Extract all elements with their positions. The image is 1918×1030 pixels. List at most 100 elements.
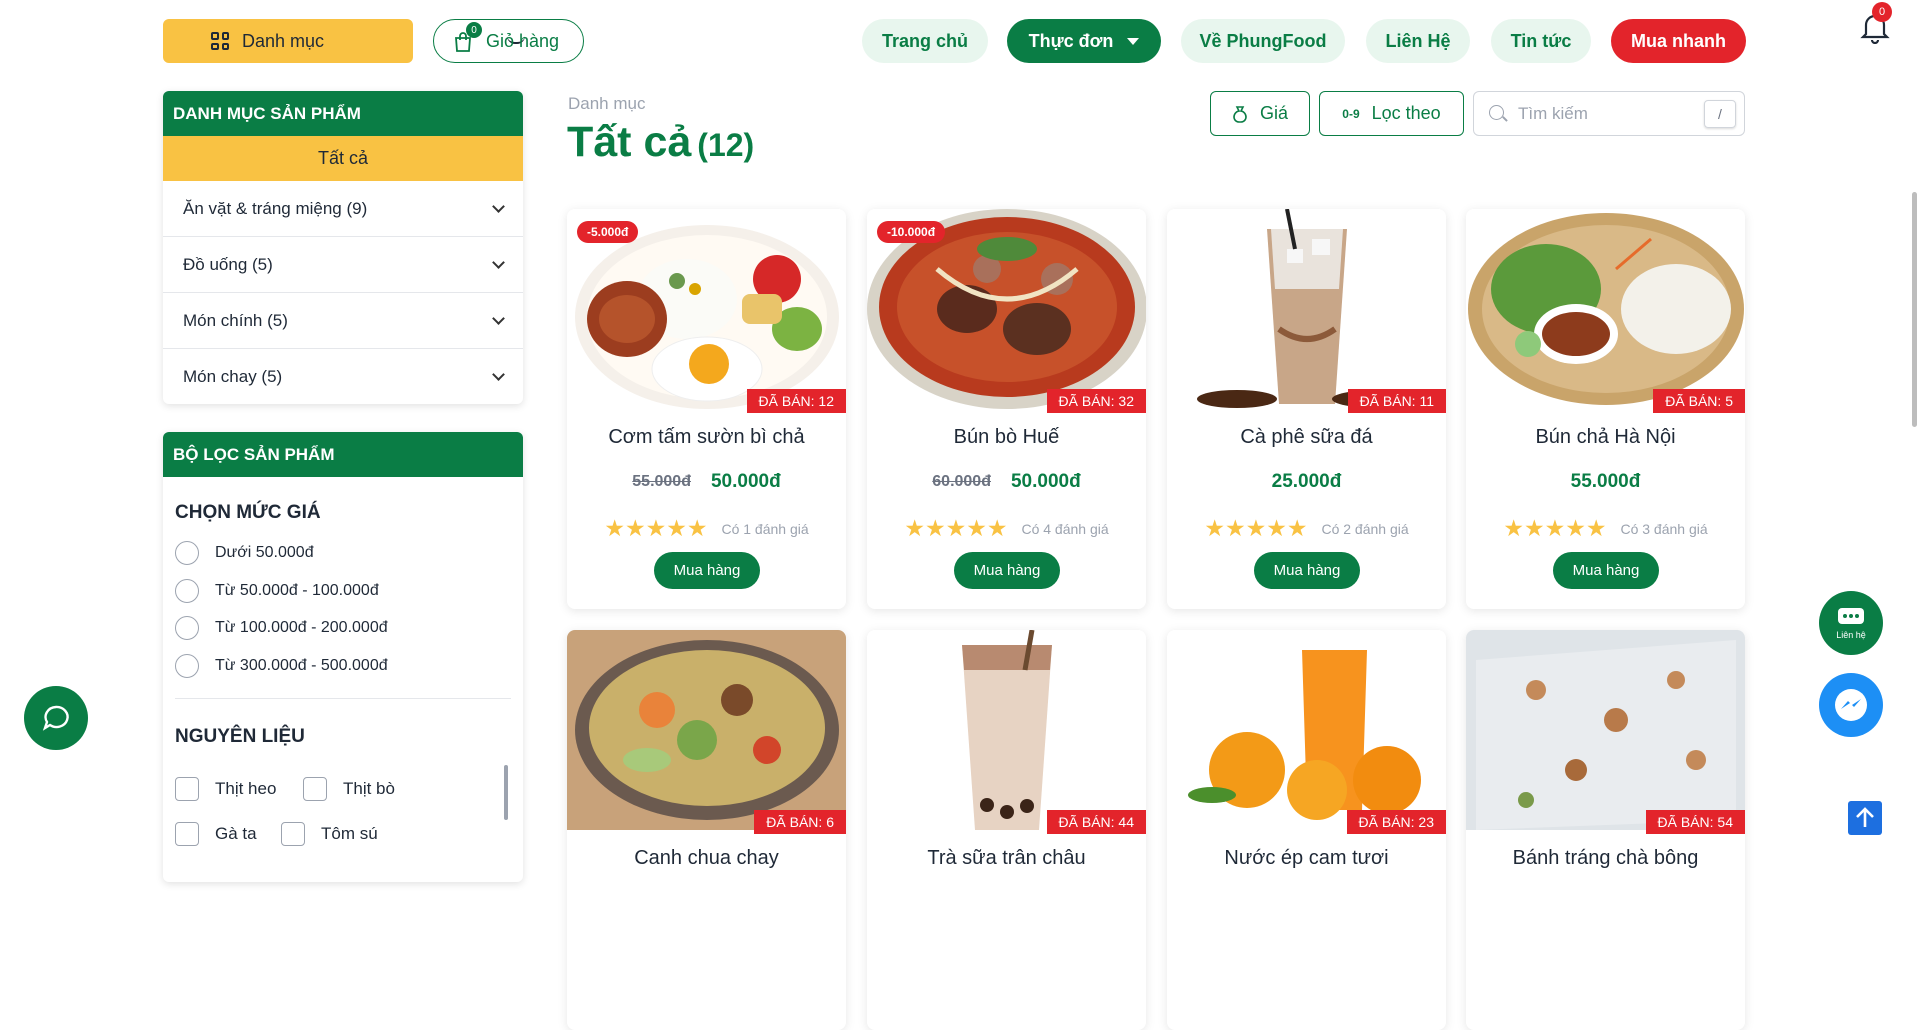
product-image[interactable] xyxy=(1167,209,1446,409)
buy-button[interactable]: Mua hàng xyxy=(1553,552,1659,589)
search-input[interactable]: Tìm kiếm / xyxy=(1473,91,1745,136)
product-name[interactable]: Cà phê sữa đá xyxy=(1167,426,1446,449)
star-icon: ★★★★★ xyxy=(604,515,708,541)
chat-button[interactable] xyxy=(24,686,88,750)
discount-badge: -10.000đ xyxy=(877,221,946,243)
breadcrumb[interactable]: Danh mục xyxy=(568,94,645,114)
ingredient-label: Thịt bò xyxy=(343,779,395,798)
message-icon xyxy=(1838,608,1864,624)
price-option[interactable]: Từ 50.000đ - 100.000đ xyxy=(175,579,379,603)
price-option[interactable]: Từ 300.000đ - 500.000đ xyxy=(175,654,388,678)
product-image[interactable] xyxy=(1466,630,1745,830)
chat-bubble-icon xyxy=(42,705,69,731)
product-rating: ★★★★★ Có 4 đánh giá xyxy=(867,515,1146,542)
product-rating: ★★★★★ Có 3 đánh giá xyxy=(1466,515,1745,542)
product-price: 60.000đ 50.000đ xyxy=(867,471,1146,493)
product-price: 55.000đ 50.000đ xyxy=(567,471,846,493)
category-all[interactable]: Tất cả xyxy=(163,136,523,181)
buy-button[interactable]: Mua hàng xyxy=(1254,552,1360,589)
chevron-down-icon[interactable] xyxy=(492,255,505,269)
product-image[interactable] xyxy=(567,630,846,830)
contact-button[interactable]: Liên hệ xyxy=(1819,591,1883,655)
sort-numeric-icon: 0-9 xyxy=(1342,106,1360,121)
product-name[interactable]: Cơm tấm sườn bì chả xyxy=(567,426,846,449)
price-sort-label: Giá xyxy=(1259,103,1288,123)
product-card[interactable]: ĐÃ BÁN: 11 Cà phê sữa đá 25.000đ ★★★★★ Có… xyxy=(1167,209,1446,609)
ingredient-option[interactable]: Gà ta xyxy=(175,822,257,846)
price-option-label: Từ 50.000đ - 100.000đ xyxy=(215,582,379,599)
cart-count-badge: 0 xyxy=(466,22,482,38)
ingredient-filter-heading: NGUYÊN LIỆU xyxy=(175,726,305,747)
radio-button[interactable] xyxy=(175,579,199,603)
product-name[interactable]: Nước ép cam tươi xyxy=(1167,847,1446,870)
messenger-button[interactable] xyxy=(1819,673,1883,737)
checkbox[interactable] xyxy=(175,822,199,846)
product-card[interactable]: -5.000đ ĐÃ BÁN: 12 Cơm tấm sườn bì chả 5… xyxy=(567,209,846,609)
buy-button[interactable]: Mua hàng xyxy=(654,552,760,589)
discount-badge: -5.000đ xyxy=(577,221,639,243)
product-name[interactable]: Trà sữa trân châu xyxy=(867,847,1146,870)
category-item-drinks[interactable]: Đồ uống (5) xyxy=(163,237,523,293)
nav-news[interactable]: Tin tức xyxy=(1491,19,1591,63)
current-price: 55.000đ xyxy=(1570,471,1641,492)
product-name[interactable]: Bánh tráng chà bông xyxy=(1466,847,1745,870)
radio-button[interactable] xyxy=(175,541,199,565)
product-card[interactable]: ĐÃ BÁN: 44 Trà sữa trân châu xyxy=(867,630,1146,1030)
product-card[interactable]: ĐÃ BÁN: 54 Bánh tráng chà bông xyxy=(1466,630,1745,1030)
price-option[interactable]: Dưới 50.000đ xyxy=(175,541,314,565)
price-option[interactable]: Từ 100.000đ - 200.000đ xyxy=(175,616,388,640)
category-menu-button[interactable]: Danh mục xyxy=(163,19,525,63)
chevron-down-icon[interactable] xyxy=(492,199,505,213)
ingredient-option[interactable]: Tôm sú xyxy=(281,822,378,846)
ingredient-option[interactable]: Thịt heo xyxy=(175,777,276,801)
product-name[interactable]: Bún bò Huế xyxy=(867,426,1146,449)
sold-count-badge: ĐÃ BÁN: 44 xyxy=(1046,810,1146,834)
checkbox[interactable] xyxy=(175,777,199,801)
price-sort-button[interactable]: Giá xyxy=(1210,91,1310,136)
checkbox[interactable] xyxy=(303,777,327,801)
nav-home[interactable]: Trang chủ xyxy=(862,19,988,63)
sold-count-badge: ĐÃ BÁN: 23 xyxy=(1346,810,1446,834)
product-card[interactable]: -10.000đ ĐÃ BÁN: 32 Bún bò Huế 60.000đ 50… xyxy=(867,209,1146,609)
current-price: 50.000đ xyxy=(710,471,781,492)
money-bag-icon xyxy=(1233,105,1247,123)
category-panel-title: DANH MỤC SẢN PHẨM xyxy=(163,91,523,136)
product-card[interactable]: ĐÃ BÁN: 5 Bún chả Hà Nội 55.000đ ★★★★★ Có… xyxy=(1466,209,1745,609)
star-icon: ★★★★★ xyxy=(1204,515,1308,541)
arrow-up-icon xyxy=(1856,807,1874,827)
filter-scrollbar[interactable] xyxy=(504,765,508,820)
sold-count-badge: ĐÃ BÁN: 11 xyxy=(1347,389,1446,413)
product-image[interactable] xyxy=(1167,630,1446,830)
chevron-down-icon[interactable] xyxy=(492,368,505,381)
checkbox[interactable] xyxy=(281,822,305,846)
quick-buy-button[interactable]: Mua nhanh xyxy=(1611,19,1746,63)
nav-contact[interactable]: Liên Hệ xyxy=(1366,19,1470,63)
filter-panel-title: BỘ LỌC SẢN PHẨM xyxy=(163,432,523,477)
product-price: 25.000đ xyxy=(1167,471,1446,493)
product-name[interactable]: Canh chua chay xyxy=(567,847,846,870)
category-item-vegetarian[interactable]: Món chay (5) xyxy=(163,349,523,404)
category-item-mains[interactable]: Món chính (5) xyxy=(163,293,523,349)
product-image[interactable] xyxy=(1466,209,1745,409)
scroll-to-top-button[interactable] xyxy=(1848,801,1882,835)
page-scrollbar[interactable] xyxy=(1912,192,1917,427)
sort-by-button[interactable]: 0-9 Lọc theo xyxy=(1319,91,1464,136)
product-image[interactable] xyxy=(867,630,1146,830)
price-filter-heading: CHỌN MỨC GIÁ xyxy=(175,502,321,523)
ingredient-option[interactable]: Thịt bò xyxy=(303,777,395,801)
radio-button[interactable] xyxy=(175,616,199,640)
cart-button[interactable]: 0 Giỏ hàng xyxy=(433,19,584,63)
radio-button[interactable] xyxy=(175,654,199,678)
category-item-snacks[interactable]: Ăn vặt & tráng miệng (9) xyxy=(163,181,523,237)
nav-menu[interactable]: Thực đơn xyxy=(1007,19,1161,63)
product-card[interactable]: ĐÃ BÁN: 23 Nước ép cam tươi xyxy=(1167,630,1446,1030)
current-price: 50.000đ xyxy=(1010,471,1081,492)
messenger-icon xyxy=(1835,689,1867,721)
product-card[interactable]: ĐÃ BÁN: 6 Canh chua chay xyxy=(567,630,846,1030)
search-icon xyxy=(1489,105,1504,120)
product-name[interactable]: Bún chả Hà Nội xyxy=(1466,426,1745,449)
nav-about[interactable]: Về PhungFood xyxy=(1181,19,1345,63)
chevron-down-icon[interactable] xyxy=(492,311,505,325)
search-placeholder: Tìm kiếm xyxy=(1518,103,1588,123)
buy-button[interactable]: Mua hàng xyxy=(954,552,1060,589)
